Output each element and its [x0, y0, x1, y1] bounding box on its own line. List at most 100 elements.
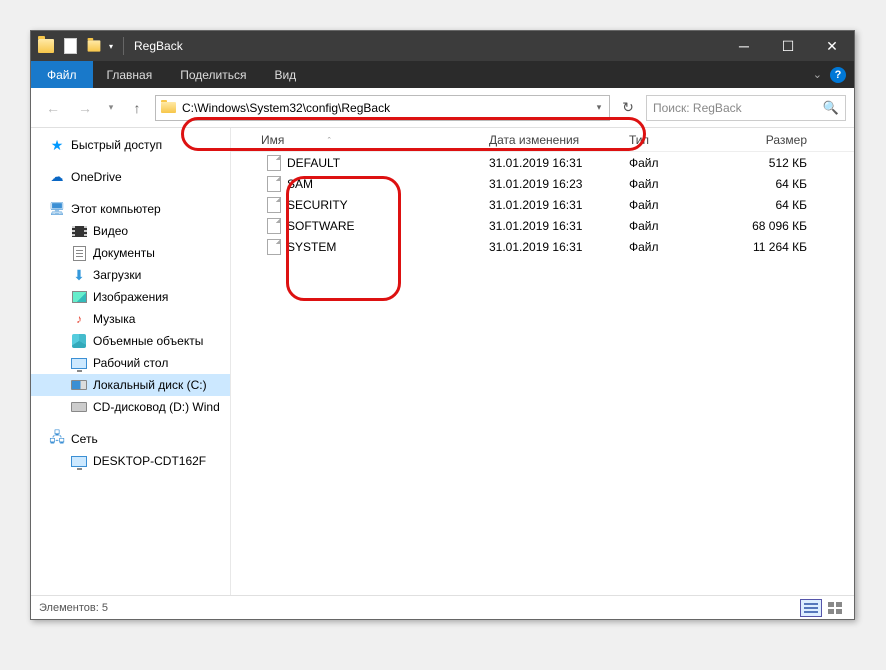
navigation-tree: ★ Быстрый доступ ☁ OneDrive 🖥 Этот компь…: [31, 128, 231, 595]
search-box[interactable]: 🔍: [646, 95, 846, 121]
column-header-name[interactable]: Имя ˆ: [231, 133, 481, 147]
minimize-button[interactable]: ─: [722, 31, 766, 61]
video-icon: [71, 223, 87, 239]
sidebar-item[interactable]: Объемные объекты: [31, 330, 230, 352]
pc-icon: 🖥: [49, 201, 65, 217]
file-row[interactable]: SYSTEM31.01.2019 16:31Файл11 264 КБ: [231, 236, 854, 257]
column-header-date[interactable]: Дата изменения: [481, 133, 621, 147]
sidebar-item[interactable]: Видео: [31, 220, 230, 242]
column-headers: Имя ˆ Дата изменения Тип Размер: [231, 128, 854, 152]
file-type: Файл: [621, 240, 741, 254]
file-icon: [267, 218, 281, 234]
file-row[interactable]: SAM31.01.2019 16:23Файл64 КБ: [231, 173, 854, 194]
folder-icon: [37, 37, 55, 55]
qat-newfolder-icon[interactable]: [85, 37, 103, 55]
sidebar-item-quickaccess[interactable]: ★ Быстрый доступ: [31, 134, 230, 156]
back-button[interactable]: ←: [39, 95, 67, 121]
sidebar-item-label: DESKTOP-CDT162F: [93, 454, 206, 468]
sidebar-item-label: Документы: [93, 246, 155, 260]
file-row[interactable]: SOFTWARE31.01.2019 16:31Файл68 096 КБ: [231, 215, 854, 236]
sidebar-item-network[interactable]: 🖧 Сеть: [31, 428, 230, 450]
file-date: 31.01.2019 16:23: [481, 177, 621, 191]
sidebar-item-label: Видео: [93, 224, 128, 238]
address-dropdown-icon[interactable]: ▾: [589, 102, 609, 113]
sidebar-item[interactable]: Изображения: [31, 286, 230, 308]
file-date: 31.01.2019 16:31: [481, 240, 621, 254]
down-icon: ⬇: [71, 267, 87, 283]
file-list: Имя ˆ Дата изменения Тип Размер DEFAULT3…: [231, 128, 854, 595]
sidebar-item[interactable]: DESKTOP-CDT162F: [31, 450, 230, 472]
file-date: 31.01.2019 16:31: [481, 219, 621, 233]
navigation-bar: ← → ▾ ↑ ▾ ↻ 🔍: [31, 88, 854, 128]
close-button[interactable]: ✕: [810, 31, 854, 61]
sidebar-item-onedrive[interactable]: ☁ OneDrive: [31, 166, 230, 188]
forward-button[interactable]: →: [71, 95, 99, 121]
file-size: 512 КБ: [741, 156, 831, 170]
file-name: DEFAULT: [287, 156, 340, 170]
search-icon: 🔍: [823, 100, 839, 116]
tab-home[interactable]: Главная: [93, 61, 167, 88]
cloud-icon: ☁: [49, 169, 65, 185]
drive-icon: [71, 399, 87, 415]
address-input[interactable]: [180, 96, 589, 120]
file-icon: [267, 155, 281, 171]
monitor-icon: [71, 453, 87, 469]
sidebar-item[interactable]: CD-дисковод (D:) Wind: [31, 396, 230, 418]
sidebar-item[interactable]: ⬇Загрузки: [31, 264, 230, 286]
sidebar-item-label: Быстрый доступ: [71, 138, 162, 152]
sidebar-item-label: OneDrive: [71, 170, 122, 184]
sidebar-item-label: Этот компьютер: [71, 202, 161, 216]
folder-icon: [156, 102, 180, 113]
maximize-button[interactable]: ☐: [766, 31, 810, 61]
file-row[interactable]: DEFAULT31.01.2019 16:31Файл512 КБ: [231, 152, 854, 173]
help-icon[interactable]: ?: [830, 67, 846, 83]
file-size: 64 КБ: [741, 177, 831, 191]
titlebar: ▾ RegBack ─ ☐ ✕: [31, 31, 854, 61]
network-icon: 🖧: [49, 431, 65, 447]
file-row[interactable]: SECURITY 31.01.2019 16:31Файл64 КБ: [231, 194, 854, 215]
tab-view[interactable]: Вид: [260, 61, 310, 88]
sidebar-item[interactable]: Локальный диск (C:): [31, 374, 230, 396]
sidebar-item[interactable]: Рабочий стол: [31, 352, 230, 374]
file-size: 68 096 КБ: [741, 219, 831, 233]
tab-share[interactable]: Поделиться: [166, 61, 260, 88]
sidebar-item-label: Локальный диск (C:): [93, 378, 207, 392]
file-icon: [267, 239, 281, 255]
ribbon-tabs: Файл Главная Поделиться Вид ⌄ ?: [31, 61, 854, 88]
column-header-size[interactable]: Размер: [741, 133, 831, 147]
status-bar: Элементов: 5: [31, 595, 854, 619]
history-dropdown[interactable]: ▾: [103, 95, 119, 121]
sidebar-item[interactable]: Документы: [31, 242, 230, 264]
refresh-button[interactable]: ↻: [614, 95, 642, 121]
doc-icon: [71, 245, 87, 261]
tab-file[interactable]: Файл: [31, 61, 93, 88]
sidebar-item[interactable]: ♪Музыка: [31, 308, 230, 330]
monitor-icon: [71, 355, 87, 371]
sidebar-item-label: Объемные объекты: [93, 334, 203, 348]
column-header-type[interactable]: Тип: [621, 133, 741, 147]
file-size: 11 264 КБ: [741, 240, 831, 254]
address-bar[interactable]: ▾: [155, 95, 610, 121]
search-input[interactable]: [653, 101, 823, 115]
file-icon: [267, 176, 281, 192]
qat-dropdown-icon[interactable]: ▾: [109, 42, 113, 51]
file-date: 31.01.2019 16:31: [481, 198, 621, 212]
file-name: SOFTWARE: [287, 219, 355, 233]
threed-icon: [71, 333, 87, 349]
sidebar-item-label: Изображения: [93, 290, 168, 304]
view-icons-button[interactable]: [824, 599, 846, 617]
explorer-window: ▾ RegBack ─ ☐ ✕ Файл Главная Поделиться …: [30, 30, 855, 620]
sidebar-item-thispc[interactable]: 🖥 Этот компьютер: [31, 198, 230, 220]
drivec-icon: [71, 377, 87, 393]
sidebar-item-label: Сеть: [71, 432, 98, 446]
up-button[interactable]: ↑: [123, 95, 151, 121]
img-icon: [71, 289, 87, 305]
ribbon-expand-icon[interactable]: ⌄: [813, 68, 822, 81]
file-name: SECURITY: [287, 198, 348, 212]
sidebar-item-label: Рабочий стол: [93, 356, 168, 370]
file-type: Файл: [621, 198, 741, 212]
file-size: 64 КБ: [741, 198, 831, 212]
view-details-button[interactable]: [800, 599, 822, 617]
file-icon: [267, 197, 281, 213]
qat-properties-icon[interactable]: [61, 37, 79, 55]
